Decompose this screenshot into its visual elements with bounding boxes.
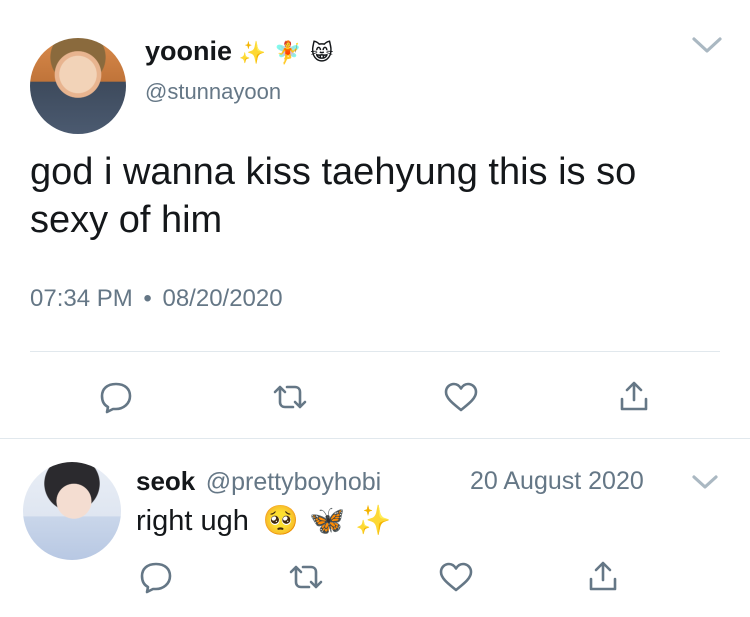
cat-emoji: 😸 bbox=[310, 40, 334, 65]
tweet-text: god i wanna kiss taehyung this is so sex… bbox=[30, 151, 637, 241]
avatar[interactable] bbox=[30, 38, 126, 134]
reply-avatar[interactable] bbox=[23, 462, 121, 560]
chevron-down-icon[interactable] bbox=[690, 472, 720, 492]
author-handle[interactable]: @stunnayoon bbox=[145, 79, 281, 105]
fairy-emoji: 🧚 bbox=[274, 40, 302, 65]
reply-date[interactable]: 20 August 2020 bbox=[470, 467, 644, 496]
retweet-icon[interactable] bbox=[271, 382, 309, 412]
like-icon[interactable] bbox=[438, 562, 474, 594]
reply-text: right ugh bbox=[136, 505, 249, 537]
author-name-row[interactable]: yoonie ✨ 🧚 😸 bbox=[145, 36, 333, 67]
reply-text-row: right ugh 🥺 🦋 ✨ bbox=[136, 504, 391, 538]
butterfly-emoji: 🦋 bbox=[309, 505, 346, 537]
share-icon[interactable] bbox=[617, 379, 651, 413]
tweet-time: 07:34 PM bbox=[30, 285, 133, 312]
reply-display-name[interactable]: seok bbox=[136, 466, 195, 496]
retweet-icon[interactable] bbox=[287, 562, 325, 592]
divider bbox=[30, 351, 720, 352]
timestamp[interactable]: 07:34 PM • 08/20/2020 bbox=[30, 285, 283, 313]
separator-dot: • bbox=[143, 285, 152, 312]
chevron-down-icon[interactable] bbox=[690, 34, 724, 56]
display-name[interactable]: yoonie bbox=[145, 36, 232, 66]
sparkles-emoji: ✨ bbox=[355, 505, 392, 537]
like-icon[interactable] bbox=[443, 382, 479, 414]
reply-handle[interactable]: @prettyboyhobi bbox=[206, 468, 381, 496]
reply-icon[interactable] bbox=[98, 380, 134, 414]
reply-icon[interactable] bbox=[138, 560, 174, 594]
tweet-date: 08/20/2020 bbox=[162, 285, 283, 312]
reply-header: seok @prettyboyhobi bbox=[136, 466, 381, 497]
share-icon[interactable] bbox=[586, 559, 620, 593]
divider bbox=[0, 438, 750, 439]
pleading-face-emoji: 🥺 bbox=[262, 505, 300, 537]
sparkles-emoji: ✨ bbox=[238, 40, 266, 65]
